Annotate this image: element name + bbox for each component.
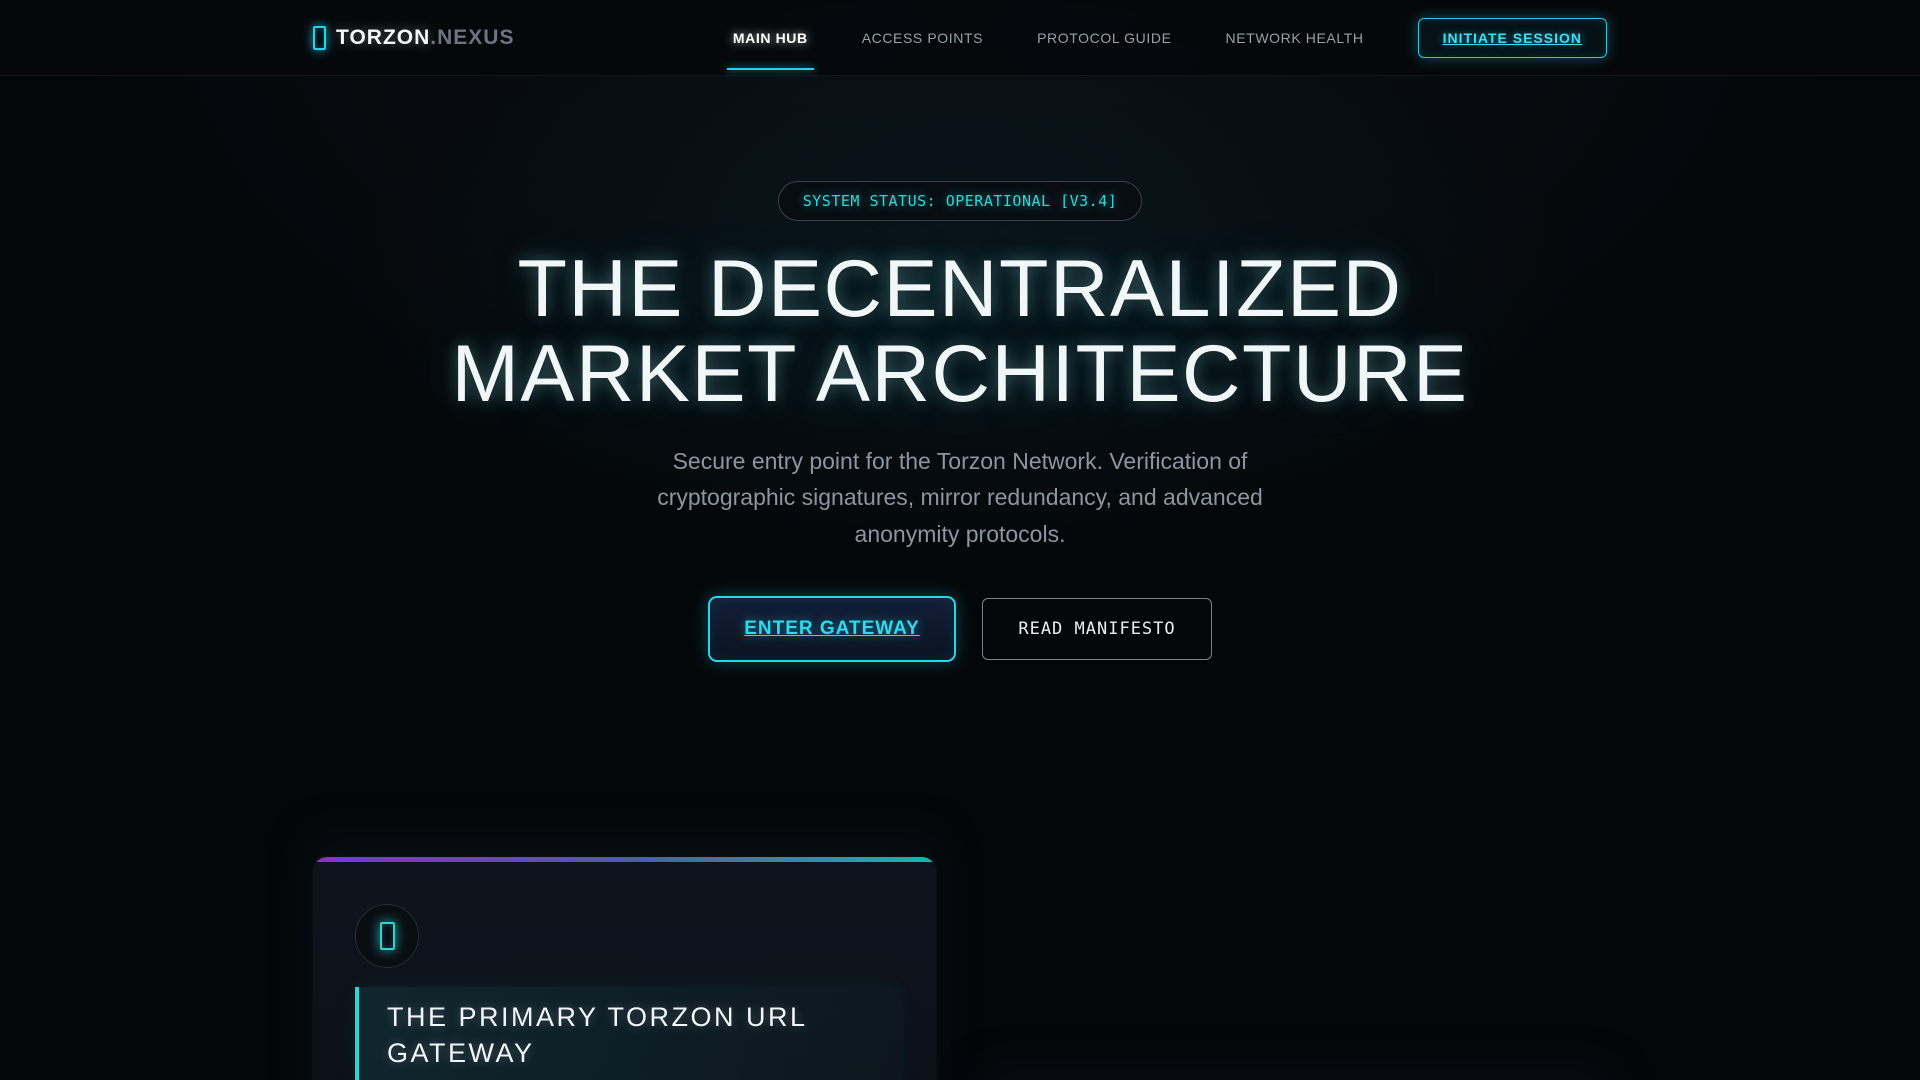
hero-section: SYSTEM STATUS: OPERATIONAL [V3.4] THE DE…	[0, 76, 1920, 663]
brand-name-secondary: .NEXUS	[430, 25, 515, 49]
brand-glyph-icon	[313, 25, 326, 50]
hero-title-line1: THE DECENTRALIZED	[517, 244, 1403, 334]
hero-actions: ENTER GATEWAY READ MANIFESTO	[0, 596, 1920, 663]
nav-link-access-points[interactable]: ACCESS POINTS	[860, 22, 985, 54]
brand-name: TORZON.NEXUS	[336, 26, 514, 50]
hero-title-line2: MARKET ARCHITECTURE	[451, 329, 1469, 420]
nav-link-network-health[interactable]: NETWORK HEALTH	[1224, 22, 1366, 54]
hero-subtitle: Secure entry point for the Torzon Networ…	[657, 448, 1263, 547]
card-title-box: THE PRIMARY TORZON URL GATEWAY	[355, 987, 900, 1080]
cards-section: THE PRIMARY TORZON URL GATEWAY	[313, 857, 1607, 1080]
main-nav: MAIN HUB ACCESS POINTS PROTOCOL GUIDE NE…	[726, 22, 1366, 70]
brand-name-primary: TORZON	[336, 25, 431, 49]
system-status-badge: SYSTEM STATUS: OPERATIONAL [V3.4]	[777, 181, 1143, 221]
hero-title: THE DECENTRALIZED MARKET ARCHITECTURE	[0, 244, 1920, 420]
brand-logo[interactable]: TORZON.NEXUS	[313, 25, 514, 50]
enter-gateway-button[interactable]: ENTER GATEWAY	[708, 596, 956, 663]
initiate-session-button[interactable]: INITIATE SESSION	[1417, 17, 1607, 58]
primary-gateway-card[interactable]: THE PRIMARY TORZON URL GATEWAY	[313, 857, 936, 1080]
nav-link-protocol-guide[interactable]: PROTOCOL GUIDE	[1035, 22, 1173, 54]
card-icon-circle	[355, 904, 419, 969]
card-title: THE PRIMARY TORZON URL GATEWAY	[387, 1002, 807, 1068]
top-navigation-bar: TORZON.NEXUS MAIN HUB ACCESS POINTS PROT…	[0, 0, 1920, 76]
read-manifesto-button[interactable]: READ MANIFESTO	[982, 598, 1212, 661]
nav-link-main-hub[interactable]: MAIN HUB	[726, 22, 814, 70]
gateway-glyph-icon	[379, 922, 395, 951]
